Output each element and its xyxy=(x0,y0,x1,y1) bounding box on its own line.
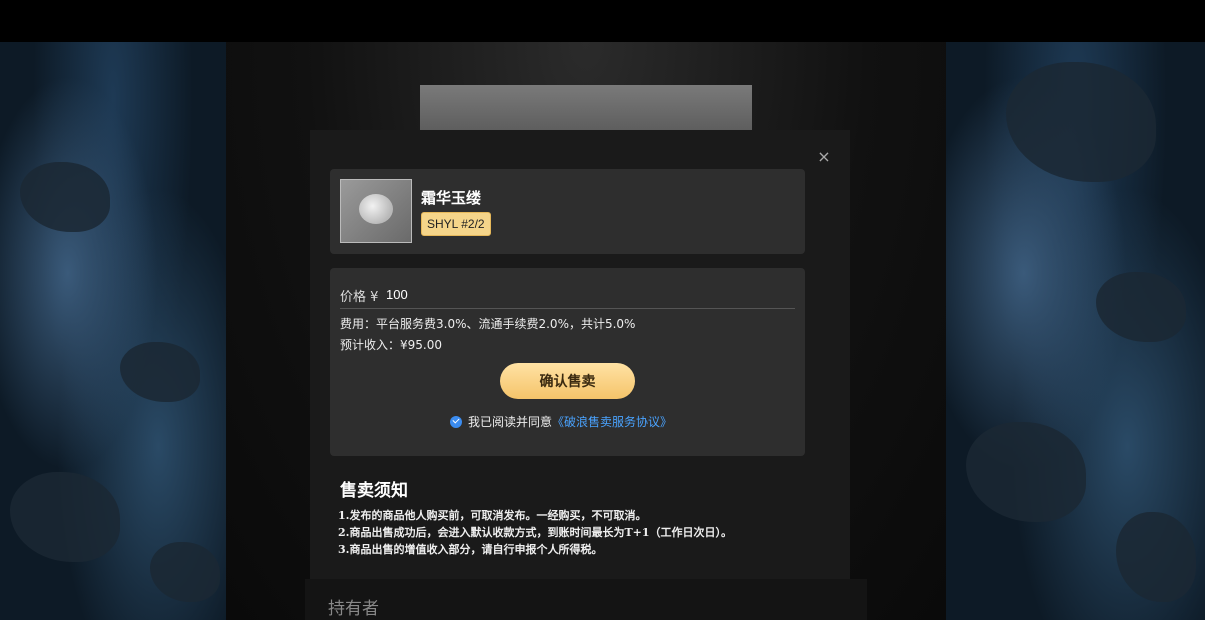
background-art-left xyxy=(0,42,226,620)
price-row: 价格 ¥ xyxy=(340,284,795,309)
background-art-right xyxy=(946,42,1205,620)
product-preview-image xyxy=(420,85,752,130)
price-label: 价格 ¥ xyxy=(340,290,379,305)
agreement-text: 我已阅读并同意 xyxy=(468,415,553,429)
notice-line: 2.商品出售成功后，会进入默认收款方式，到账时间最长为T+1（工作日次日）。 xyxy=(338,526,733,539)
price-input[interactable] xyxy=(386,284,786,304)
agreement-link[interactable]: 《破浪售卖服务协议》 xyxy=(552,413,672,430)
item-name: 霜华玉缕 xyxy=(421,189,482,207)
jade-item-icon xyxy=(359,194,393,224)
fee-text: 费用：平台服务费3.0%、流通手续费2.0%，共计5.0% xyxy=(340,317,636,331)
item-serial-badge: SHYL #2/2 xyxy=(421,212,491,236)
top-bar xyxy=(0,0,1205,42)
checkbox-checked-icon[interactable] xyxy=(450,415,462,428)
expected-income: 预计收入：¥95.00 xyxy=(340,338,442,352)
confirm-sell-button[interactable]: 确认售卖 xyxy=(500,363,635,399)
close-icon[interactable]: × xyxy=(815,148,833,166)
holder-label: 持有者 xyxy=(328,599,379,619)
item-thumbnail xyxy=(340,179,412,243)
notice-line: 3.商品出售的增值收入部分，请自行申报个人所得税。 xyxy=(338,543,603,556)
agreement-row: 我已阅读并同意 《破浪售卖服务协议》 xyxy=(450,413,672,430)
notice-line: 1.发布的商品他人购买前，可取消发布。一经购买，不可取消。 xyxy=(338,509,647,522)
holder-section: 持有者 xyxy=(305,579,867,620)
notice-title: 售卖须知 xyxy=(340,481,408,501)
